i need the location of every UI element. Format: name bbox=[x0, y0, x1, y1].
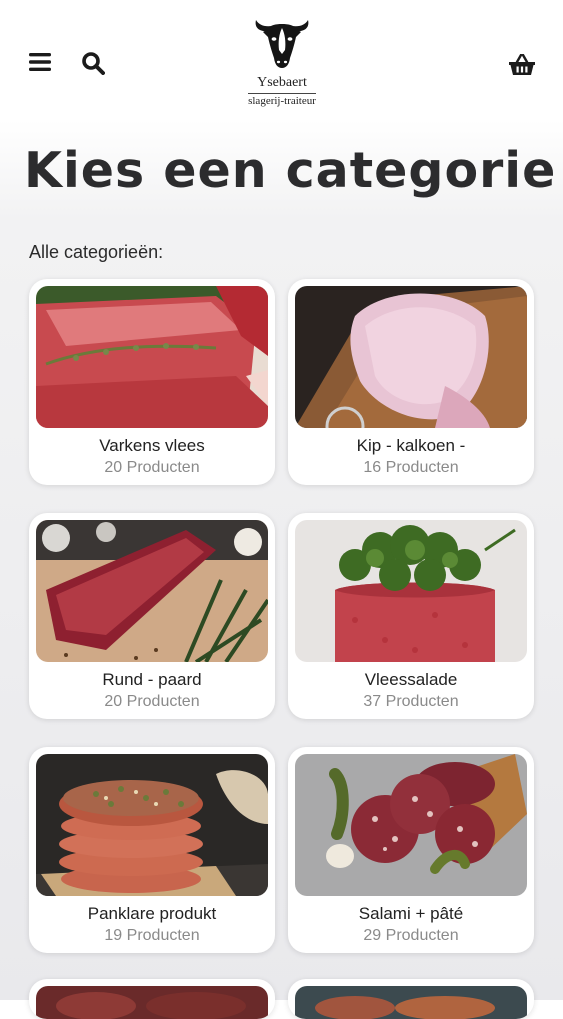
category-image-partial bbox=[36, 986, 268, 1019]
category-image-tartare bbox=[295, 520, 527, 662]
cow-head-icon bbox=[255, 20, 309, 68]
category-card-partial[interactable] bbox=[288, 979, 534, 1019]
category-count: 16 Producten bbox=[363, 459, 459, 476]
category-card-salami-pate[interactable]: Salami + pâté 29 Producten bbox=[288, 747, 534, 953]
category-image-poultry bbox=[295, 286, 527, 428]
category-title: Varkens vlees bbox=[99, 436, 205, 455]
brand-name: Ysebaert bbox=[257, 75, 307, 90]
category-count: 37 Producten bbox=[363, 693, 459, 710]
category-card-kip-kalkoen[interactable]: Kip - kalkoen - 16 Producten bbox=[288, 279, 534, 485]
category-count: 19 Producten bbox=[104, 927, 200, 944]
menu-icon[interactable] bbox=[26, 48, 54, 76]
page-title: Kies een categorie bbox=[24, 142, 557, 199]
category-count: 29 Producten bbox=[363, 927, 459, 944]
category-image-pork bbox=[36, 286, 268, 428]
category-count: 20 Producten bbox=[104, 459, 200, 476]
category-image-beef bbox=[36, 520, 268, 662]
category-card-rund-paard[interactable]: Rund - paard 20 Producten bbox=[29, 513, 275, 719]
category-count: 20 Producten bbox=[104, 693, 200, 710]
category-card-panklare-produkt[interactable]: Panklare produkt 19 Producten bbox=[29, 747, 275, 953]
category-image-salami bbox=[295, 754, 527, 896]
categories-subtitle: Alle categorieën: bbox=[29, 242, 164, 262]
category-image-burgers bbox=[36, 754, 268, 896]
basket-icon[interactable] bbox=[506, 50, 538, 80]
search-icon[interactable] bbox=[78, 48, 108, 78]
category-title: Rund - paard bbox=[102, 670, 202, 689]
category-card-partial[interactable] bbox=[29, 979, 275, 1019]
category-title: Panklare produkt bbox=[87, 904, 217, 923]
category-card-varkens-vlees[interactable]: Varkens vlees 20 Producten bbox=[29, 279, 275, 485]
brand-subtitle: slagerij-traiteur bbox=[248, 93, 316, 107]
brand-logo[interactable]: Ysebaert slagerij-traiteur bbox=[236, 12, 328, 112]
category-title: Vleessalade bbox=[364, 670, 458, 689]
category-title: Salami + pâté bbox=[358, 904, 464, 923]
category-card-vleessalade[interactable]: Vleessalade 37 Producten bbox=[288, 513, 534, 719]
category-image-partial bbox=[295, 986, 527, 1019]
category-title: Kip - kalkoen - bbox=[356, 436, 466, 455]
app-header: Ysebaert slagerij-traiteur bbox=[0, 0, 563, 120]
